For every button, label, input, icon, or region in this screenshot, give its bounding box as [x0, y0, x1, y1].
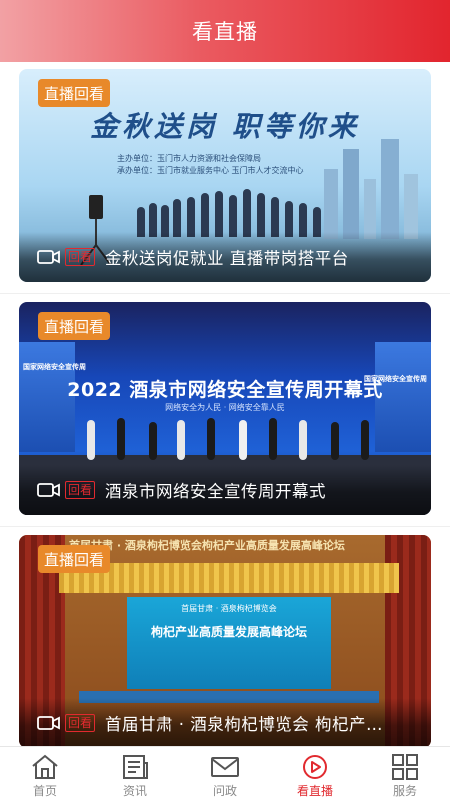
card-caption: 回看 金秋送岗促就业 直播带岗搭平台	[19, 232, 431, 282]
live-replay-feed[interactable]: 金秋送岗 职等你来 主办单位：玉门市人力资源和社会保障局 承办单位：玉门市就业服…	[0, 62, 450, 746]
mail-icon	[211, 757, 239, 777]
grid-icon	[392, 754, 418, 780]
stage-subtitle-text: 网络安全为人民 · 网络安全靠人民	[165, 403, 285, 412]
divider	[0, 526, 450, 527]
bottom-tab-bar: 首页 资讯 问政 看直播 服务	[0, 746, 450, 800]
divider	[0, 293, 450, 294]
replay-stamp: 回看	[65, 481, 96, 499]
crowd-figures	[137, 187, 327, 237]
card-caption: 回看 首届甘肃 · 酒泉枸杞博览会 枸杞产业高质量发展高峰论坛	[19, 698, 431, 746]
tab-label: 服务	[392, 784, 417, 798]
thumbnail-top-text: 首届甘肃 · 酒泉枸杞博览会枸杞产业高质量发展高峰论坛	[69, 539, 345, 552]
replay-stamp: 回看	[65, 248, 96, 266]
card-caption: 回看 酒泉市网络安全宣传周开幕式	[19, 465, 431, 515]
tab-label: 看直播	[296, 784, 333, 798]
replay-badge: 直播回看	[38, 79, 111, 107]
video-camera-icon	[37, 716, 60, 730]
stage-banner-text: 2022 酒泉市网络安全宣传周开幕式	[67, 379, 383, 401]
live-title[interactable]: 首届甘肃 · 酒泉枸杞博览会 枸杞产业高质量发展高峰论坛	[105, 711, 395, 735]
screen-subtitle-text: 首届甘肃 · 酒泉枸杞博览会	[181, 604, 277, 613]
replay-stamp: 回看	[65, 714, 96, 732]
tab-live[interactable]: 看直播	[270, 747, 360, 800]
tab-label: 首页	[32, 784, 57, 798]
video-camera-icon	[37, 250, 60, 264]
replay-badge: 直播回看	[38, 545, 111, 573]
live-title[interactable]: 金秋送岗促就业 直播带岗搭平台	[105, 245, 349, 269]
tab-label: 资讯	[122, 784, 147, 798]
tab-label: 问政	[212, 784, 237, 798]
side-screen-text: 国家网络安全宣传周	[23, 363, 86, 371]
stage-screen: 首届甘肃 · 酒泉枸杞博览会 枸杞产业高质量发展高峰论坛	[127, 597, 331, 689]
tab-inquiry[interactable]: 问政	[180, 747, 270, 800]
tab-news[interactable]: 资讯	[90, 747, 180, 800]
app-header: 看直播	[0, 0, 450, 62]
news-icon	[123, 755, 148, 779]
video-camera-icon	[37, 483, 60, 497]
tab-home[interactable]: 首页	[0, 747, 90, 800]
page-title: 看直播	[192, 20, 258, 44]
tab-services[interactable]: 服务	[360, 747, 450, 800]
replay-badge: 直播回看	[38, 312, 111, 340]
thumbnail-organizer-text: 承办单位：玉门市就业服务中心 玉门市人才交流中心	[117, 166, 304, 175]
screen-title-text: 枸杞产业高质量发展高峰论坛	[150, 625, 307, 639]
live-card[interactable]: 金秋送岗 职等你来 主办单位：玉门市人力资源和社会保障局 承办单位：玉门市就业服…	[19, 69, 431, 282]
home-icon	[32, 754, 58, 779]
live-card[interactable]: 首届甘肃 · 酒泉枸杞博览会枸杞产业高质量发展高峰论坛 首届甘肃 · 酒泉枸杞博…	[19, 535, 431, 746]
thumbnail-host-text: 主办单位：玉门市人力资源和社会保障局	[117, 154, 261, 163]
live-card[interactable]: 国家网络安全宣传周 国家网络安全宣传周 2022 酒泉市网络安全宣传周开幕式 网…	[19, 302, 431, 515]
live-play-icon	[303, 755, 327, 779]
speakers-on-stage	[87, 418, 369, 460]
live-title[interactable]: 酒泉市网络安全宣传周开幕式	[105, 478, 326, 502]
city-skyline	[324, 139, 418, 239]
